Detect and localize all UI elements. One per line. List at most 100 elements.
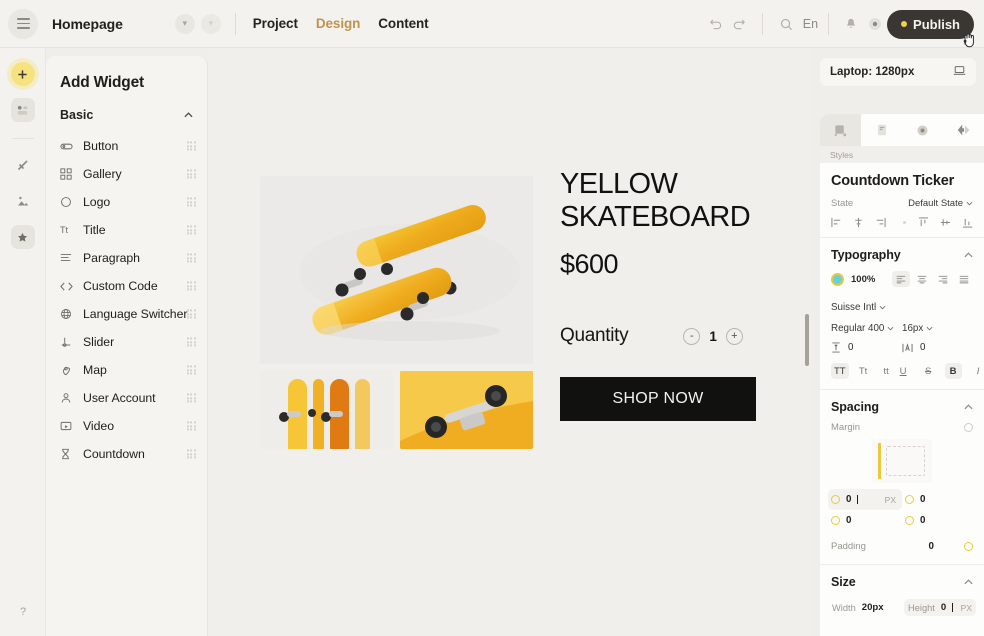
text-align-right-icon[interactable] xyxy=(934,271,952,287)
align-left-icon[interactable] xyxy=(831,217,842,228)
product-hero-image[interactable] xyxy=(260,176,533,364)
text-transform-capitalize-button[interactable]: Tt xyxy=(855,363,872,379)
product-thumbnail-2[interactable] xyxy=(400,371,533,449)
font-weight-select[interactable]: Regular 400 xyxy=(831,323,902,334)
italic-button[interactable]: I xyxy=(970,363,984,379)
widget-item-user-account[interactable]: User Account xyxy=(46,384,207,412)
drag-handle-icon[interactable] xyxy=(186,253,196,263)
widget-item-paragraph[interactable]: Paragraph xyxy=(46,244,207,272)
widget-item-gallery[interactable]: Gallery xyxy=(46,160,207,188)
padding-row[interactable]: Padding 0 xyxy=(820,531,984,565)
widget-item-custom-code[interactable]: Custom Code xyxy=(46,272,207,300)
text-align-justify-icon[interactable] xyxy=(955,271,973,287)
quantity-decrement-button[interactable]: - xyxy=(683,327,701,345)
preview-icon[interactable] xyxy=(863,12,887,36)
help-icon[interactable]: ? xyxy=(11,600,35,624)
device-selector[interactable]: Laptop: 1280px xyxy=(820,58,976,86)
widget-item-language-switcher[interactable]: Language Switcher xyxy=(46,300,207,328)
rail-brush-icon[interactable] xyxy=(11,153,35,177)
drag-handle-icon[interactable] xyxy=(186,365,196,375)
widget-item-countdown[interactable]: Countdown xyxy=(46,440,207,468)
rail-media-icon[interactable] xyxy=(11,189,35,213)
margin-bottom-field[interactable]: 0 xyxy=(828,510,902,531)
shop-now-button[interactable]: SHOP NOW xyxy=(560,377,756,422)
redo-icon[interactable] xyxy=(728,12,752,36)
margin-right-link-icon xyxy=(905,495,914,504)
width-field[interactable]: Width 20px xyxy=(828,599,900,616)
rail-favorites-icon[interactable] xyxy=(10,225,35,249)
letter-spacing-field[interactable]: 0 xyxy=(902,342,973,353)
size-section-header[interactable]: Size xyxy=(820,565,984,595)
rail-add-icon[interactable] xyxy=(10,62,35,86)
tab-interactions[interactable] xyxy=(943,114,984,146)
page-options-icon[interactable]: ▾ xyxy=(200,13,221,34)
text-align-left-icon[interactable] xyxy=(892,271,910,287)
widget-item-logo[interactable]: Logo xyxy=(46,188,207,216)
text-transform-uppercase-button[interactable]: TT xyxy=(831,363,849,379)
margin-top-field[interactable]: 0 PX xyxy=(828,489,902,510)
element-title: Countdown Ticker xyxy=(831,173,955,189)
drag-handle-icon[interactable] xyxy=(186,225,196,235)
drag-handle-icon[interactable] xyxy=(186,393,196,403)
text-align-center-icon[interactable] xyxy=(913,271,931,287)
widget-item-slider[interactable]: Slider xyxy=(46,328,207,356)
drag-handle-icon[interactable] xyxy=(186,197,196,207)
margin-link-toggle[interactable] xyxy=(964,423,973,432)
text-color-row: 100% xyxy=(820,268,984,290)
align-center-horizontal-icon[interactable] xyxy=(853,217,864,228)
tab-styles[interactable] xyxy=(820,114,861,146)
widget-section-basic[interactable]: Basic xyxy=(46,108,207,132)
search-icon[interactable] xyxy=(775,12,799,36)
align-middle-icon[interactable] xyxy=(940,217,951,228)
text-transform-lowercase-button[interactable]: tt xyxy=(878,363,895,379)
design-canvas[interactable]: YELLOW SKATEBOARD $600 Quantity - 1 + SH… xyxy=(208,48,812,636)
padding-link-toggle[interactable] xyxy=(964,542,973,551)
strikethrough-button[interactable]: S xyxy=(920,363,937,379)
font-size-select[interactable]: 16px xyxy=(902,323,973,334)
quantity-increment-button[interactable]: + xyxy=(725,327,743,345)
spacing-section-header[interactable]: Spacing xyxy=(820,390,984,420)
drag-handle-icon[interactable] xyxy=(186,421,196,431)
margin-left-field[interactable]: 0 xyxy=(902,510,976,531)
language-selector[interactable]: En xyxy=(803,17,818,31)
tab-content[interactable]: Content xyxy=(378,16,428,31)
widget-item-title[interactable]: Tt Title xyxy=(46,216,207,244)
rail-layers-icon[interactable] xyxy=(10,98,35,122)
menu-icon[interactable] xyxy=(8,8,38,39)
height-field[interactable]: Height 0 PX xyxy=(904,599,976,616)
page-preview: YELLOW SKATEBOARD $600 Quantity - 1 + SH… xyxy=(208,48,812,636)
canvas-scrollbar[interactable] xyxy=(805,314,809,366)
drag-handle-icon[interactable] xyxy=(186,281,196,291)
typography-section-header[interactable]: Typography xyxy=(820,238,984,268)
underline-button[interactable]: U xyxy=(895,363,912,379)
drag-handle-icon[interactable] xyxy=(186,309,196,319)
tab-effects[interactable] xyxy=(902,114,943,146)
drag-handle-icon[interactable] xyxy=(186,449,196,459)
align-bottom-icon[interactable] xyxy=(962,217,973,228)
drag-handle-icon[interactable] xyxy=(186,141,196,151)
drag-handle-icon[interactable] xyxy=(186,337,196,347)
page-title[interactable]: Homepage xyxy=(52,16,123,32)
tab-project[interactable]: Project xyxy=(253,16,298,31)
widget-item-map[interactable]: Map xyxy=(46,356,207,384)
font-family-select[interactable]: Suisse Intl xyxy=(831,302,886,313)
publish-button[interactable]: Publish xyxy=(887,9,974,39)
bold-button[interactable]: B xyxy=(944,363,962,379)
widget-item-video[interactable]: Video xyxy=(46,412,207,440)
chevron-down-icon[interactable]: ▾ xyxy=(174,13,195,34)
margin-right-field[interactable]: 0 xyxy=(902,489,976,510)
align-top-icon[interactable] xyxy=(918,217,929,228)
undo-icon[interactable] xyxy=(704,12,728,36)
align-right-icon[interactable] xyxy=(875,217,886,228)
tab-content-settings[interactable] xyxy=(861,114,902,146)
state-select[interactable]: Default State xyxy=(908,198,973,209)
text-color-swatch[interactable] xyxy=(831,272,844,286)
text-opacity-value[interactable]: 100% xyxy=(851,274,875,285)
product-thumbnail-1[interactable] xyxy=(260,371,393,449)
margin-box-visual[interactable] xyxy=(872,439,932,483)
drag-handle-icon[interactable] xyxy=(186,169,196,179)
tab-design[interactable]: Design xyxy=(316,16,361,31)
notifications-icon[interactable] xyxy=(839,12,863,36)
widget-item-button[interactable]: Button xyxy=(46,132,207,160)
line-height-field[interactable]: 0 xyxy=(831,342,902,353)
